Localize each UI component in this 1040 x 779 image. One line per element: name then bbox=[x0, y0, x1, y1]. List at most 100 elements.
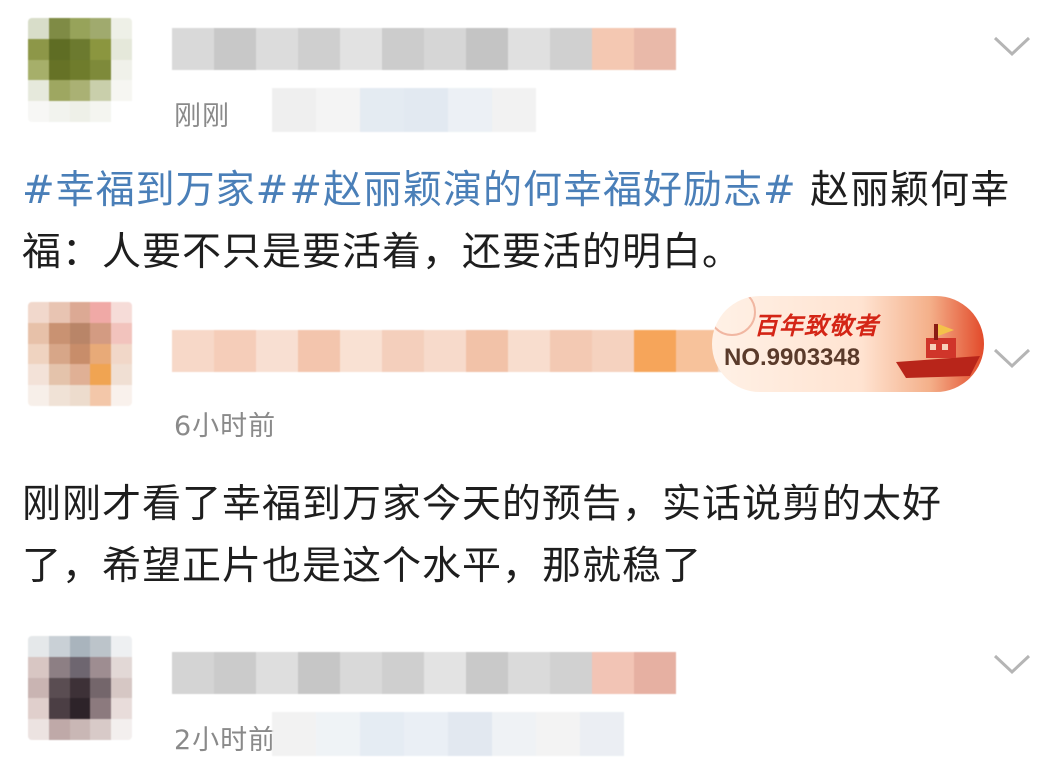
avatar[interactable] bbox=[28, 18, 132, 122]
avatar-pixel bbox=[28, 364, 49, 386]
chevron-down-icon[interactable] bbox=[992, 34, 1032, 58]
meta-pixel bbox=[536, 712, 580, 756]
username-pixel bbox=[172, 28, 214, 70]
meta-pixel bbox=[492, 88, 536, 132]
avatar-pixel bbox=[48, 18, 70, 39]
avatar-pixel bbox=[28, 302, 49, 323]
username-pixel bbox=[592, 28, 634, 70]
username-pixel bbox=[424, 330, 466, 372]
avatar-pixel bbox=[90, 656, 112, 678]
username-pixel bbox=[340, 330, 382, 372]
avatar-pixel bbox=[111, 38, 132, 60]
avatar-pixel bbox=[90, 38, 112, 60]
avatar-pixel bbox=[111, 302, 132, 323]
username-pixel bbox=[256, 330, 298, 372]
avatar-pixel bbox=[69, 38, 91, 60]
avatar-pixel bbox=[69, 80, 91, 102]
meta-pixel bbox=[492, 712, 536, 756]
meta-mosaic bbox=[272, 88, 536, 132]
avatar-pixel bbox=[90, 364, 112, 386]
avatar-pixel bbox=[69, 385, 91, 406]
username-pixel bbox=[466, 652, 508, 694]
avatar-pixel bbox=[48, 322, 70, 344]
meta-pixel bbox=[580, 712, 624, 756]
avatar-pixel bbox=[90, 80, 112, 102]
hashtag-link[interactable]: #赵丽颖演的何幸福好励志# bbox=[289, 168, 796, 213]
meta-pixel bbox=[404, 712, 448, 756]
avatar-pixel bbox=[28, 636, 49, 657]
username-pixel bbox=[508, 330, 550, 372]
meta-pixel bbox=[316, 712, 360, 756]
meta-pixel bbox=[448, 712, 492, 756]
comment-time: 6小时前 bbox=[174, 411, 277, 442]
avatar-pixel bbox=[69, 18, 91, 39]
avatar-pixel bbox=[90, 101, 112, 122]
avatar-pixel bbox=[111, 385, 132, 406]
username-mosaic[interactable] bbox=[172, 330, 760, 372]
avatar-pixel bbox=[90, 343, 112, 365]
meta-pixel bbox=[272, 88, 316, 132]
fan-badge[interactable]: 百年致敬者 NO.9903348 bbox=[712, 296, 984, 392]
avatar-pixel bbox=[90, 719, 112, 740]
avatar-pixel bbox=[69, 343, 91, 365]
avatar-pixel bbox=[48, 101, 70, 122]
avatar-pixel bbox=[111, 719, 132, 740]
username-pixel bbox=[424, 652, 466, 694]
comment-time: 2小时前 bbox=[174, 725, 277, 756]
meta-pixel bbox=[272, 712, 316, 756]
avatar-pixel bbox=[69, 698, 91, 720]
avatar-pixel bbox=[48, 636, 70, 657]
username-mosaic[interactable] bbox=[172, 652, 676, 694]
avatar-pixel bbox=[111, 364, 132, 386]
avatar-pixel bbox=[28, 18, 49, 39]
avatar-pixel bbox=[69, 101, 91, 122]
avatar-pixel bbox=[69, 677, 91, 699]
username-mosaic[interactable] bbox=[172, 28, 676, 70]
avatar-pixel bbox=[48, 302, 70, 323]
avatar-pixel bbox=[28, 677, 49, 699]
chevron-down-icon[interactable] bbox=[992, 346, 1032, 370]
avatar-pixel bbox=[111, 677, 132, 699]
hashtag-link[interactable]: #幸福到万家# bbox=[22, 168, 289, 213]
username-pixel bbox=[382, 330, 424, 372]
comment-text: 刚刚才看了幸福到万家今天的预告，实话说剪的太好了，希望正片也是这个水平，那就稳了 bbox=[22, 482, 943, 589]
avatar-pixel bbox=[90, 636, 112, 657]
avatar-pixel bbox=[48, 656, 70, 678]
username-pixel bbox=[592, 330, 634, 372]
avatar-pixel bbox=[28, 719, 49, 740]
avatar[interactable] bbox=[28, 302, 132, 406]
username-pixel bbox=[298, 28, 340, 70]
username-pixel bbox=[466, 28, 508, 70]
avatar-pixel bbox=[48, 364, 70, 386]
username-pixel bbox=[214, 330, 256, 372]
avatar-pixel bbox=[111, 698, 132, 720]
username-pixel bbox=[382, 28, 424, 70]
avatar-pixel bbox=[111, 18, 132, 39]
username-pixel bbox=[634, 28, 676, 70]
meta-pixel bbox=[360, 88, 404, 132]
avatar-pixel bbox=[69, 719, 91, 740]
comment-time: 刚刚 bbox=[174, 101, 230, 132]
avatar-pixel bbox=[90, 385, 112, 406]
avatar-pixel bbox=[90, 322, 112, 344]
avatar-pixel bbox=[69, 322, 91, 344]
meta-pixel bbox=[316, 88, 360, 132]
username-pixel bbox=[256, 652, 298, 694]
avatar-pixel bbox=[28, 59, 49, 81]
avatar-pixel bbox=[69, 656, 91, 678]
avatar-pixel bbox=[28, 698, 49, 720]
avatar-pixel bbox=[28, 80, 49, 102]
username-pixel bbox=[508, 28, 550, 70]
avatar-pixel bbox=[111, 636, 132, 657]
username-pixel bbox=[550, 652, 592, 694]
avatar[interactable] bbox=[28, 636, 132, 740]
avatar-pixel bbox=[28, 656, 49, 678]
meta-pixel bbox=[448, 88, 492, 132]
avatar-pixel bbox=[48, 38, 70, 60]
avatar-pixel bbox=[48, 719, 70, 740]
chevron-down-icon[interactable] bbox=[992, 652, 1032, 676]
badge-number: NO.9903348 bbox=[724, 344, 861, 371]
avatar-pixel bbox=[28, 322, 49, 344]
avatar-pixel bbox=[111, 322, 132, 344]
avatar-pixel bbox=[28, 385, 49, 406]
